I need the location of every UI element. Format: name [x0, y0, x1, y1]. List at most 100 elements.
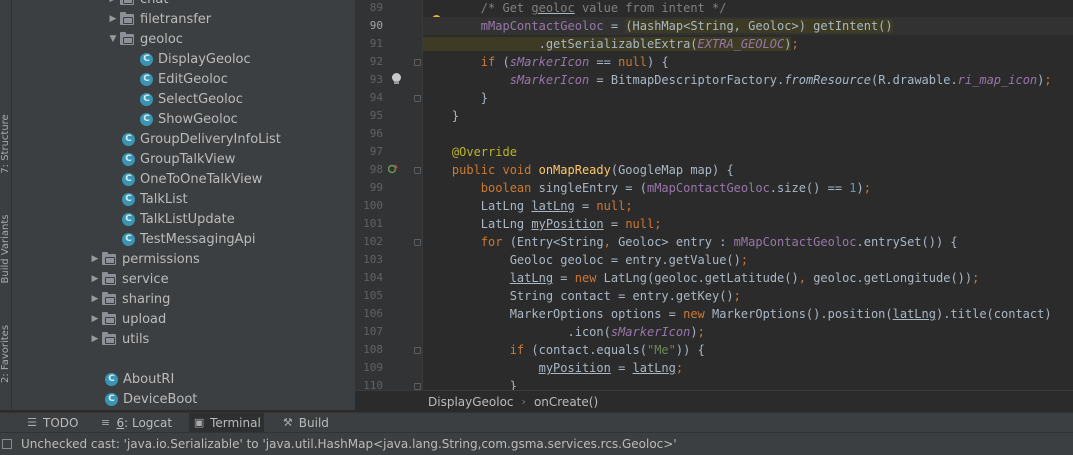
expanded-arrow-icon[interactable]: ▼: [106, 34, 120, 44]
code-line-109[interactable]: myPosition = latLng;: [423, 359, 1073, 377]
code-line-89[interactable]: /* Get geoloc value from intent */: [423, 0, 1073, 17]
todo-button[interactable]: ☰ TODO: [22, 413, 81, 433]
breadcrumb-class[interactable]: DisplayGeoloc: [428, 395, 514, 409]
code-line-92[interactable]: if (sMarkerIcon == null) {: [423, 53, 1073, 71]
tree-item-talklist[interactable]: C TalkList: [122, 189, 188, 209]
tree-item-label: service: [122, 271, 169, 287]
tree-item-grouptalkview[interactable]: C GroupTalkView: [122, 149, 235, 169]
tree-item-onetoonetalkview[interactable]: C OneToOneTalkView: [122, 169, 262, 189]
tree-item-editgeoloc[interactable]: C EditGeoloc: [140, 69, 228, 89]
fold-marker-icon[interactable]: [414, 347, 421, 354]
tool-window-bar: ☰ TODO ≡ 6: Logcat ▣ Terminal ⚒ Build: [0, 412, 1073, 433]
terminal-icon: ▣: [193, 416, 205, 429]
folder-icon: [102, 291, 116, 305]
breadcrumb-method[interactable]: onCreate(): [534, 395, 598, 409]
class-icon: C: [105, 372, 118, 386]
line-number: 97: [369, 145, 383, 158]
line-number: 106: [363, 307, 383, 320]
tree-item-aboutri[interactable]: C AboutRI: [105, 369, 174, 389]
terminal-label: Terminal: [210, 415, 261, 430]
line-number: 95: [369, 109, 383, 122]
class-icon: C: [122, 232, 135, 246]
folder-icon: [102, 331, 116, 345]
code-line-96[interactable]: [423, 125, 1073, 143]
build-variants-tab[interactable]: Build Variants: [0, 209, 12, 289]
code-editor[interactable]: 89 90 91 92 93 94 95 96 97 98 99 100 101…: [355, 0, 1073, 390]
code-line-100[interactable]: LatLng latLng = null;: [423, 197, 1073, 215]
class-icon: C: [122, 132, 135, 146]
tree-item-label: permissions: [122, 251, 200, 267]
fold-marker-icon[interactable]: [414, 95, 421, 102]
line-number: 89: [369, 1, 383, 14]
favorites-tab[interactable]: 2: Favorites: [0, 314, 12, 394]
tree-item-label: utils: [122, 331, 150, 347]
code-line-104[interactable]: latLng = new LatLng(geoloc.getLatitude()…: [423, 269, 1073, 287]
folder-icon: [102, 251, 116, 265]
hammer-icon: ⚒: [282, 416, 293, 429]
tree-item-groupdeliveryinfolist[interactable]: C GroupDeliveryInfoList: [122, 129, 281, 149]
tree-item-label: TalkListUpdate: [140, 211, 235, 227]
fold-marker-icon[interactable]: [414, 383, 421, 390]
fold-marker-icon[interactable]: [414, 59, 421, 66]
tree-item-label: upload: [122, 311, 167, 327]
fold-marker-icon[interactable]: [414, 167, 421, 174]
tree-item-utils[interactable]: ▶ utils: [88, 329, 149, 349]
editor-gutter[interactable]: 89 90 91 92 93 94 95 96 97 98 99 100 101…: [355, 0, 423, 390]
tree-item-showgeoloc[interactable]: C ShowGeoloc: [140, 109, 238, 129]
code-line-98[interactable]: public void onMapReady(GoogleMap map) {: [423, 161, 1073, 179]
code-line-102[interactable]: for (Entry<String, Geoloc> entry : mMapC…: [423, 233, 1073, 251]
tree-item-label: geoloc: [140, 31, 183, 47]
code-line-94[interactable]: }: [423, 89, 1073, 107]
tree-item-service[interactable]: ▶ service: [88, 269, 169, 289]
tree-item-filetransfer[interactable]: ▶ filetransfer: [106, 9, 211, 29]
structure-tab[interactable]: 7: Structure: [0, 104, 12, 184]
collapsed-arrow-icon[interactable]: ▶: [88, 254, 102, 264]
tree-item-upload[interactable]: ▶ upload: [88, 309, 166, 329]
tree-item-displaygeoloc[interactable]: C DisplayGeoloc: [140, 49, 251, 69]
tree-item-selectgeoloc[interactable]: C SelectGeoloc: [140, 89, 243, 109]
class-icon: C: [140, 92, 153, 106]
fold-marker-icon[interactable]: [414, 239, 421, 246]
tree-item-talklistupdate[interactable]: C TalkListUpdate: [122, 209, 235, 229]
collapsed-arrow-icon[interactable]: ▶: [88, 294, 102, 304]
code-line-95[interactable]: }: [423, 107, 1073, 125]
tree-item-testmessagingapi[interactable]: C TestMessagingApi: [122, 229, 255, 249]
code-line-90[interactable]: mMapContactGeoloc = (HashMap<String, Geo…: [423, 17, 1073, 35]
code-line-97[interactable]: @Override: [423, 143, 1073, 161]
collapsed-arrow-icon[interactable]: ▶: [88, 334, 102, 344]
code-line-106[interactable]: MarkerOptions options = new MarkerOption…: [423, 305, 1073, 323]
collapsed-arrow-icon[interactable]: ▶: [88, 314, 102, 324]
build-label: Build: [298, 415, 329, 430]
lightbulb-icon[interactable]: [391, 73, 401, 85]
line-number: 101: [363, 217, 383, 230]
override-marker-icon[interactable]: [388, 164, 398, 174]
build-button[interactable]: ⚒ Build: [278, 413, 332, 433]
code-line-108[interactable]: if (contact.equals("Me")) {: [423, 341, 1073, 359]
line-number: 94: [369, 91, 383, 104]
code-line-105[interactable]: String contact = entry.getKey();: [423, 287, 1073, 305]
tree-item-chat[interactable]: ▶ chat: [106, 0, 168, 9]
status-toggle-icon[interactable]: [2, 439, 12, 449]
class-icon: C: [140, 72, 153, 86]
code-line-99[interactable]: boolean singleEntry = (mMapContactGeoloc…: [423, 179, 1073, 197]
code-line-93[interactable]: sMarkerIcon = BitmapDescriptorFactory.fr…: [423, 71, 1073, 89]
code-line-107[interactable]: .icon(sMarkerIcon);: [423, 323, 1073, 341]
terminal-button[interactable]: ▣ Terminal: [189, 412, 264, 433]
code-line-110[interactable]: }: [423, 377, 1073, 390]
tree-item-label: GroupTalkView: [140, 151, 236, 167]
logcat-button[interactable]: ≡ 6: Logcat: [95, 413, 175, 433]
tree-item-geoloc[interactable]: ▼ geoloc: [106, 29, 183, 49]
collapsed-arrow-icon[interactable]: ▶: [106, 14, 120, 24]
logcat-icon: ≡: [100, 416, 111, 429]
code-line-91[interactable]: .getSerializableExtra(EXTRA_GEOLOC);: [423, 35, 1073, 53]
tree-item-sharing[interactable]: ▶ sharing: [88, 289, 170, 309]
collapsed-arrow-icon[interactable]: ▶: [88, 274, 102, 284]
tree-item-permissions[interactable]: ▶ permissions: [88, 249, 200, 269]
tree-item-label: SelectGeoloc: [158, 91, 243, 107]
tree-item-label: DeviceBoot: [123, 391, 198, 407]
collapsed-arrow-icon[interactable]: ▶: [106, 0, 120, 4]
code-line-103[interactable]: Geoloc geoloc = entry.getValue();: [423, 251, 1073, 269]
code-line-101[interactable]: LatLng myPosition = null;: [423, 215, 1073, 233]
status-message: Unchecked cast: 'java.io.Serializable' t…: [21, 437, 677, 451]
tree-item-deviceboot[interactable]: C DeviceBoot: [105, 389, 197, 409]
